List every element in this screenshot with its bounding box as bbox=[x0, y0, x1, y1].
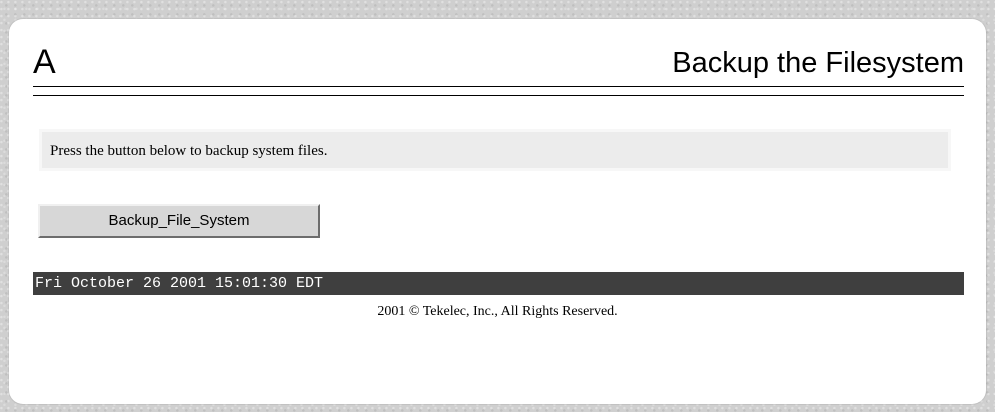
instruction-text: Press the button below to backup system … bbox=[50, 143, 328, 159]
datetime-display: Fri October 26 2001 15:01:30 EDT bbox=[35, 275, 324, 292]
page-header: A Backup the Filesystem bbox=[33, 43, 964, 95]
content-panel: A Backup the Filesystem Press the button… bbox=[9, 19, 986, 404]
page-title: Backup the Filesystem bbox=[672, 47, 964, 79]
instruction-box: Press the button below to backup system … bbox=[39, 129, 951, 171]
copyright-text: 2001 © Tekelec, Inc., All Rights Reserve… bbox=[377, 304, 618, 319]
status-bar: Fri October 26 2001 15:01:30 EDT bbox=[33, 272, 964, 295]
backup-file-system-button[interactable]: Backup_File_System bbox=[38, 204, 320, 238]
brand-logo: A bbox=[33, 43, 56, 81]
header-divider-bottom bbox=[33, 95, 964, 96]
header-divider-top bbox=[33, 86, 964, 87]
